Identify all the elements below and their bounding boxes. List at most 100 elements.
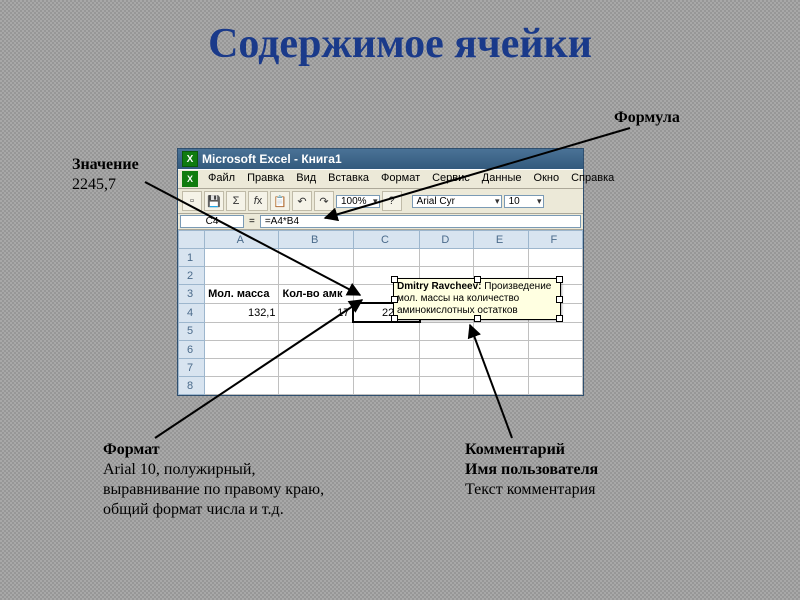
cell-A6[interactable] (205, 341, 279, 359)
label-comment-line2: Текст комментария (465, 480, 598, 500)
fontsize-select[interactable]: 10 (504, 195, 544, 208)
col-header-B[interactable]: B (279, 231, 353, 249)
cell-E8[interactable] (474, 377, 528, 395)
menu-view[interactable]: Вид (291, 171, 321, 187)
cell-C5[interactable] (353, 322, 419, 341)
cell-F5[interactable] (528, 322, 582, 341)
comment-handle (474, 276, 481, 283)
menu-format[interactable]: Формат (376, 171, 425, 187)
cell-F6[interactable] (528, 341, 582, 359)
menu-file[interactable]: Файл (203, 171, 240, 187)
cell-B6[interactable] (279, 341, 353, 359)
excel-window: X Microsoft Excel - Книга1 X Файл Правка… (177, 148, 584, 396)
cell-A4[interactable]: 132,1 (205, 303, 279, 322)
save-icon[interactable]: 💾 (204, 191, 224, 211)
cell-A8[interactable] (205, 377, 279, 395)
cell-B8[interactable] (279, 377, 353, 395)
window-title: Microsoft Excel - Книга1 (202, 152, 342, 166)
cell-C6[interactable] (353, 341, 419, 359)
cell-C1[interactable] (353, 249, 419, 267)
label-formula-text: Формула (614, 109, 680, 126)
cell-E6[interactable] (474, 341, 528, 359)
select-all-corner[interactable] (179, 231, 205, 249)
excel-doc-icon: X (182, 171, 198, 187)
formula-bar: C4 = =A4*B4 (178, 214, 583, 230)
cell-B3[interactable]: Кол-во амк (279, 285, 353, 304)
menubar: X Файл Правка Вид Вставка Формат Сервис … (178, 169, 583, 189)
font-select[interactable]: Arial Cyr (412, 195, 502, 208)
row-header-1[interactable]: 1 (179, 249, 205, 267)
name-box[interactable]: C4 (180, 215, 244, 228)
row-header-2[interactable]: 2 (179, 267, 205, 285)
cell-A1[interactable] (205, 249, 279, 267)
cell-D5[interactable] (420, 322, 474, 341)
label-format-text: Arial 10, полужирный, выравнивание по пр… (103, 460, 363, 520)
cell-C8[interactable] (353, 377, 419, 395)
zoom-select[interactable]: 100% (336, 195, 380, 208)
row-header-6[interactable]: 6 (179, 341, 205, 359)
cell-A5[interactable] (205, 322, 279, 341)
comment-handle (391, 296, 398, 303)
slide-title: Содержимое ячейки (0, 20, 800, 68)
cell-F7[interactable] (528, 359, 582, 377)
spreadsheet-grid: A B C D E F 1 2 3Мол. массаКол-во амк 41… (178, 230, 583, 395)
col-header-A[interactable]: A (205, 231, 279, 249)
cell-F1[interactable] (528, 249, 582, 267)
undo-icon[interactable]: ↶ (292, 191, 312, 211)
cell-D8[interactable] (420, 377, 474, 395)
formula-input[interactable]: =A4*B4 (260, 215, 581, 228)
comment-handle (556, 276, 563, 283)
col-header-E[interactable]: E (474, 231, 528, 249)
label-value: Значение 2245,7 (72, 155, 139, 195)
comment-author: Dmitry Ravcheev: (397, 281, 481, 292)
cell-B1[interactable] (279, 249, 353, 267)
menu-insert[interactable]: Вставка (323, 171, 374, 187)
cell-D1[interactable] (420, 249, 474, 267)
cell-E7[interactable] (474, 359, 528, 377)
cell-B5[interactable] (279, 322, 353, 341)
redo-icon[interactable]: ↷ (314, 191, 334, 211)
comment-handle (556, 296, 563, 303)
label-format-title: Формат (103, 440, 363, 460)
row-header-4[interactable]: 4 (179, 303, 205, 322)
menu-tools[interactable]: Сервис (427, 171, 475, 187)
new-icon[interactable]: ▫ (182, 191, 202, 211)
comment-handle (474, 315, 481, 322)
menu-window[interactable]: Окно (529, 171, 565, 187)
label-comment: Комментарий Имя пользователя Текст комме… (465, 440, 598, 500)
label-value-text: 2245,7 (72, 175, 139, 195)
comment-handle (556, 315, 563, 322)
cell-B4[interactable]: 17 (279, 303, 353, 322)
comment-handle (391, 315, 398, 322)
label-value-title: Значение (72, 155, 139, 175)
cell-B2[interactable] (279, 267, 353, 285)
label-comment-title: Комментарий (465, 440, 598, 460)
row-header-3[interactable]: 3 (179, 285, 205, 304)
cell-A7[interactable] (205, 359, 279, 377)
col-header-F[interactable]: F (528, 231, 582, 249)
row-header-8[interactable]: 8 (179, 377, 205, 395)
cell-B7[interactable] (279, 359, 353, 377)
fx-icon[interactable]: fx (248, 191, 268, 211)
titlebar: X Microsoft Excel - Книга1 (178, 149, 583, 169)
help-icon[interactable]: ? (382, 191, 402, 211)
menu-help[interactable]: Справка (566, 171, 619, 187)
col-header-D[interactable]: D (420, 231, 474, 249)
paste-icon[interactable]: 📋 (270, 191, 290, 211)
col-header-C[interactable]: C (353, 231, 419, 249)
cell-D7[interactable] (420, 359, 474, 377)
cell-comment-tooltip: Dmitry Ravcheev: Произведение мол. массы… (393, 278, 561, 320)
row-header-7[interactable]: 7 (179, 359, 205, 377)
cell-E5[interactable] (474, 322, 528, 341)
sum-icon[interactable]: Σ (226, 191, 246, 211)
label-format: Формат Arial 10, полужирный, выравнивани… (103, 440, 363, 520)
cell-C7[interactable] (353, 359, 419, 377)
cell-F8[interactable] (528, 377, 582, 395)
row-header-5[interactable]: 5 (179, 322, 205, 341)
cell-A2[interactable] (205, 267, 279, 285)
cell-A3[interactable]: Мол. масса (205, 285, 279, 304)
menu-edit[interactable]: Правка (242, 171, 289, 187)
menu-data[interactable]: Данные (477, 171, 527, 187)
cell-E1[interactable] (474, 249, 528, 267)
cell-D6[interactable] (420, 341, 474, 359)
